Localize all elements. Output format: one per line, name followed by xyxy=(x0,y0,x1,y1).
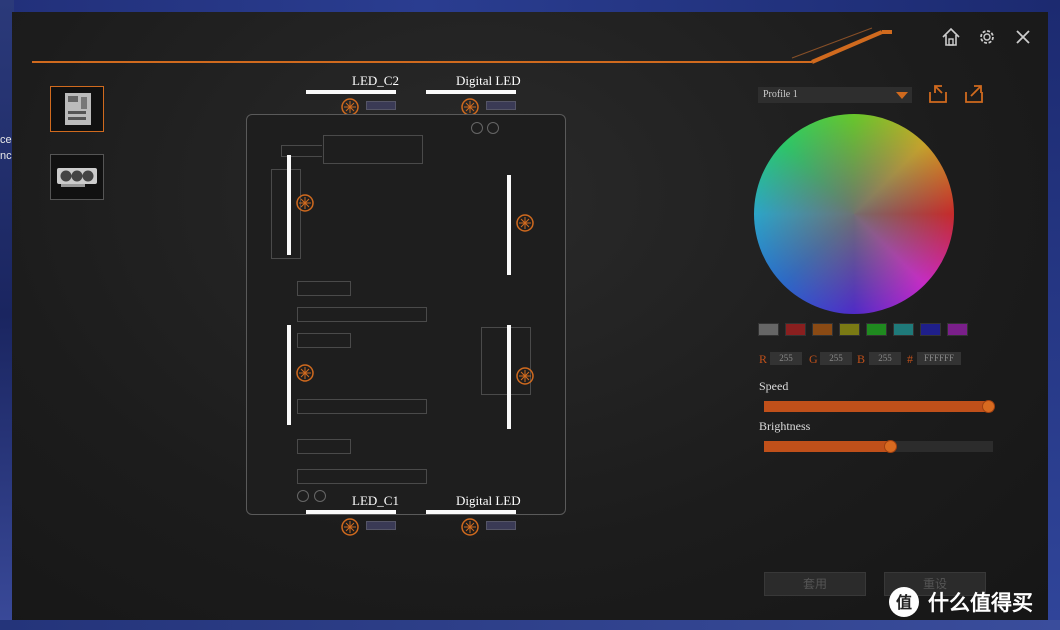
board-component xyxy=(297,333,351,348)
connector-bar-led-c1 xyxy=(306,510,396,514)
hex-input[interactable]: FFFFFF xyxy=(917,352,961,365)
desktop-icon-label: nc xyxy=(0,150,12,162)
motherboard-layout xyxy=(246,114,566,515)
gear-icon[interactable] xyxy=(976,26,998,48)
pin-header xyxy=(366,101,396,110)
import-icon[interactable] xyxy=(926,82,950,106)
connector-label-digital-led-top: Digital LED xyxy=(456,73,521,88)
pin-header xyxy=(486,101,516,110)
g-label: G xyxy=(809,352,818,366)
color-swatch[interactable] xyxy=(920,323,941,336)
sidebar-item-graphics-card[interactable] xyxy=(50,154,104,200)
board-component xyxy=(297,469,427,484)
board-component xyxy=(297,439,351,454)
color-swatch[interactable] xyxy=(893,323,914,336)
board-component xyxy=(297,307,427,322)
chevron-down-icon xyxy=(896,92,908,99)
svg-text:值: 值 xyxy=(896,593,912,612)
led-strip xyxy=(287,155,291,255)
color-swatch[interactable] xyxy=(812,323,833,336)
led-icon[interactable] xyxy=(295,193,315,213)
desktop-bottom xyxy=(0,620,1060,630)
speed-slider[interactable] xyxy=(764,400,996,413)
pin-header xyxy=(366,521,396,530)
brightness-slider[interactable] xyxy=(764,440,993,453)
desktop-icon-label: ce xyxy=(0,134,12,146)
led-strip xyxy=(287,325,291,425)
motherboard-icon xyxy=(65,93,91,125)
speed-slider-knob[interactable] xyxy=(982,400,996,413)
board-component xyxy=(297,399,427,414)
profile-select-value: Profile 1 xyxy=(763,89,798,100)
board-component xyxy=(323,135,423,164)
graphics-card-icon xyxy=(57,168,97,187)
pin-header xyxy=(486,521,516,530)
watermark-text: 什么值得买 xyxy=(928,592,1033,615)
connector-label-led-c1: LED_C1 xyxy=(352,493,399,508)
color-wheel[interactable] xyxy=(754,114,954,314)
connector-bar-digital-led-top xyxy=(426,90,516,94)
board-hole xyxy=(487,122,499,134)
connector-bar-digital-led-bottom xyxy=(426,510,516,514)
desktop-top xyxy=(0,0,1060,12)
desktop-right xyxy=(1048,0,1060,630)
r-label: R xyxy=(759,352,768,366)
board-hole xyxy=(471,122,483,134)
board-hole xyxy=(297,490,309,502)
led-icon[interactable] xyxy=(460,517,480,537)
rgb-fusion-window: LED_C2 Digital LED LED_C1 Digital LED Pr… xyxy=(12,12,1048,620)
connector-bar-led-c2 xyxy=(306,90,396,94)
led-strip xyxy=(507,175,511,275)
sidebar-item-motherboard[interactable] xyxy=(50,86,104,132)
speed-label: Speed xyxy=(759,379,789,393)
led-icon[interactable] xyxy=(515,366,535,386)
connector-label-led-c2: LED_C2 xyxy=(352,73,399,88)
b-input[interactable]: 255 xyxy=(869,352,901,365)
connector-label-digital-led-bottom: Digital LED xyxy=(456,493,521,508)
color-swatch[interactable] xyxy=(947,323,968,336)
close-icon[interactable] xyxy=(1012,26,1034,48)
led-icon[interactable] xyxy=(295,363,315,383)
profile-select[interactable]: Profile 1 xyxy=(758,87,912,103)
zhi-logo-icon: 值 xyxy=(889,587,919,617)
color-swatch[interactable] xyxy=(866,323,887,336)
color-swatch[interactable] xyxy=(758,323,779,336)
header-accent-line xyxy=(32,27,892,64)
export-icon[interactable] xyxy=(962,82,986,106)
board-hole xyxy=(314,490,326,502)
brightness-slider-knob[interactable] xyxy=(883,440,897,453)
g-input[interactable]: 255 xyxy=(820,352,852,365)
led-icon[interactable] xyxy=(515,213,535,233)
b-label: B xyxy=(857,352,866,366)
hex-label: # xyxy=(907,352,913,366)
r-input[interactable]: 255 xyxy=(770,352,802,365)
color-swatch[interactable] xyxy=(839,323,860,336)
brightness-slider-fill xyxy=(764,441,890,452)
apply-button[interactable]: 套用 xyxy=(764,572,866,596)
led-icon[interactable] xyxy=(340,517,360,537)
brightness-label: Brightness xyxy=(759,419,811,433)
led-strip xyxy=(507,325,511,429)
color-swatch[interactable] xyxy=(785,323,806,336)
home-icon[interactable] xyxy=(940,26,962,48)
speed-slider-fill xyxy=(764,401,989,412)
watermark: 值 什么值得买 xyxy=(888,586,1033,618)
board-component xyxy=(271,169,301,259)
board-component xyxy=(297,281,351,296)
